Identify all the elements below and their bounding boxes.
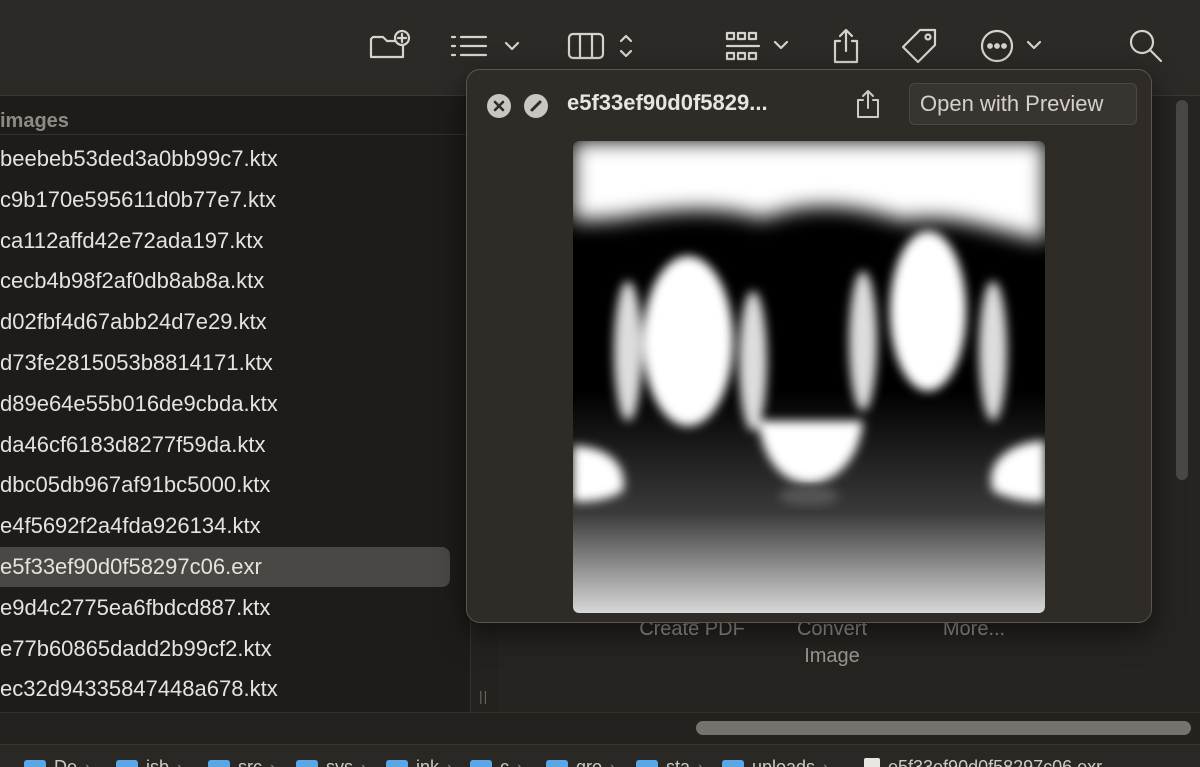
tag-icon <box>898 27 940 65</box>
share-button[interactable] <box>830 26 862 66</box>
file-row[interactable]: cecb4b98f2af0db8ab8a.ktx <box>0 261 470 302</box>
file-rows: beebeb53ded3a0bb99c7.ktx c9b170e595611d0… <box>0 139 470 710</box>
file-row[interactable]: beebeb53ded3a0bb99c7.ktx <box>0 139 470 180</box>
list-header: images <box>0 104 470 135</box>
file-list: images beebeb53ded3a0bb99c7.ktx c9b170e5… <box>0 96 470 712</box>
file-name: d89e64e55b016de9cbda.ktx <box>0 391 278 417</box>
folder-group-title: images <box>0 110 69 133</box>
path-bar: De› jsb› src› sys› ink› c› gro› sta› upl… <box>0 744 1200 767</box>
file-row[interactable]: d73fe2815053b8814171.ktx <box>0 343 470 384</box>
file-row[interactable]: d02fbf4d67abb24d7e29.ktx <box>0 302 470 343</box>
file-name: dbc05db967af91bc5000.ktx <box>0 472 270 498</box>
chevron-down-icon <box>775 42 787 48</box>
convert-image-label-2: Image <box>804 645 860 667</box>
chevron-updown-icon <box>621 36 631 56</box>
horizontal-scrollbar[interactable] <box>696 721 1191 735</box>
close-button[interactable] <box>487 94 511 118</box>
file-name: da46cf6183d8277f59da.ktx <box>0 432 265 458</box>
close-icon <box>487 94 511 118</box>
vertical-scrollbar[interactable] <box>1176 100 1188 480</box>
file-name: c9b170e595611d0b77e7.ktx <box>0 187 276 213</box>
group-by-icon <box>724 29 794 63</box>
file-row[interactable]: e77b60865dadd2b99cf2.ktx <box>0 629 470 670</box>
list-view-icon <box>448 31 524 61</box>
more-actions-button[interactable] <box>978 26 1046 66</box>
new-folder-icon <box>367 29 411 63</box>
chevron-down-icon <box>506 43 518 49</box>
quick-look-title: e5f33ef90d0f5829... <box>567 90 768 116</box>
column-view-icon <box>566 29 638 63</box>
exr-preview-image <box>573 141 1045 613</box>
file-name: ec32d94335847448a678.ktx <box>0 676 278 702</box>
hdr-environment-image <box>573 141 1045 613</box>
file-name: e77b60865dadd2b99cf2.ktx <box>0 636 272 662</box>
search-button[interactable] <box>1126 26 1166 66</box>
group-by-button[interactable] <box>724 26 794 66</box>
resize-grip-icon: || <box>479 688 488 704</box>
file-row[interactable]: ca112affd42e72ada197.ktx <box>0 221 470 262</box>
open-with-preview-label: Open with Preview <box>920 91 1103 117</box>
tag-button[interactable] <box>898 26 940 66</box>
convert-image-action[interactable]: Convert Image <box>762 616 902 670</box>
file-name: d73fe2815053b8814171.ktx <box>0 350 273 376</box>
quick-look-share-button[interactable] <box>853 88 883 120</box>
search-icon <box>1127 27 1165 65</box>
chevron-down-icon <box>1028 42 1040 48</box>
new-folder-button[interactable] <box>366 26 412 66</box>
file-row[interactable]: e4f5692f2a4fda926134.ktx <box>0 506 470 547</box>
file-name: beebeb53ded3a0bb99c7.ktx <box>0 146 278 172</box>
file-name: e9d4c2775ea6fbdcd887.ktx <box>0 595 270 621</box>
more-icon <box>978 27 1046 65</box>
file-row[interactable]: d89e64e55b016de9cbda.ktx <box>0 384 470 425</box>
file-name: d02fbf4d67abb24d7e29.ktx <box>0 309 267 335</box>
file-row[interactable]: c9b170e595611d0b77e7.ktx <box>0 180 470 221</box>
file-name: ca112affd42e72ada197.ktx <box>0 228 263 254</box>
file-name: e5f33ef90d0f58297c06.exr <box>0 554 262 580</box>
list-view-button[interactable] <box>448 26 524 66</box>
file-row-selected[interactable]: e5f33ef90d0f58297c06.exr <box>0 547 470 588</box>
file-row[interactable]: e9d4c2775ea6fbdcd887.ktx <box>0 588 470 629</box>
quick-look-popover: e5f33ef90d0f5829... Open with Preview <box>466 69 1152 623</box>
markup-icon <box>524 94 548 118</box>
markup-button[interactable] <box>524 94 548 118</box>
file-name: cecb4b98f2af0db8ab8a.ktx <box>0 268 264 294</box>
file-row[interactable]: ec32d94335847448a678.ktx <box>0 669 470 710</box>
column-view-button[interactable] <box>566 26 638 66</box>
share-icon <box>853 88 883 120</box>
share-icon <box>830 27 862 65</box>
file-row[interactable]: dbc05db967af91bc5000.ktx <box>0 465 470 506</box>
file-name: e4f5692f2a4fda926134.ktx <box>0 513 261 539</box>
file-row[interactable]: da46cf6183d8277f59da.ktx <box>0 425 470 466</box>
open-with-preview-button[interactable]: Open with Preview <box>909 83 1137 125</box>
